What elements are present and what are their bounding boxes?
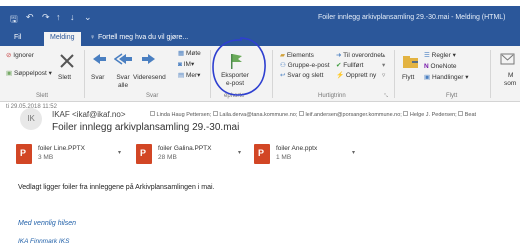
move-folder-icon xyxy=(402,54,420,72)
quickstep-to-manager[interactable]: ➜ Til overordnet xyxy=(336,52,383,60)
attachment-dropdown-icon[interactable]: ▾ xyxy=(118,149,121,156)
quickstep-elements[interactable]: ▰ Elements xyxy=(280,52,314,60)
move-button[interactable]: Flytt xyxy=(402,74,414,82)
reply-delete-icon: ↩ xyxy=(280,72,286,79)
quickstep-create-new[interactable]: ⚡ Opprett ny xyxy=(336,72,376,80)
checkbox-icon[interactable] xyxy=(403,111,409,116)
tab-message[interactable]: Melding xyxy=(44,32,81,46)
move-group-label: Flytt xyxy=(446,93,458,99)
reply-all-icon xyxy=(113,51,134,69)
quicksteps-launcher-icon[interactable]: ⤡ xyxy=(384,92,388,100)
quicksteps-group-label: Hurtigtrinn xyxy=(318,93,346,99)
avatar: IK xyxy=(20,108,42,130)
forward-icon xyxy=(140,51,158,69)
attachments-bar: foiler Line.PPTX 3 MB ▾ foiler Galina.PP… xyxy=(0,140,520,168)
attachment-dropdown-icon[interactable]: ▾ xyxy=(238,149,241,156)
powerpoint-icon xyxy=(136,144,152,164)
redo-icon[interactable]: ↷ xyxy=(42,12,50,23)
body-text: Vedlagt ligger foiler fra innleggene på … xyxy=(18,184,215,191)
greeting: Med vennlig hilsen xyxy=(18,220,76,227)
recipients: Linda Haug Pettersen; Laila.derva@tana.k… xyxy=(150,111,476,118)
onenote-button[interactable]: N OneNote xyxy=(424,63,457,71)
calendar-icon: ▦ xyxy=(178,50,185,57)
rules-button[interactable]: ☰ Regler ▾ xyxy=(424,52,456,60)
checkbox-icon[interactable] xyxy=(212,111,218,116)
delete-icon xyxy=(58,52,76,70)
delete-group-label: Slett xyxy=(36,93,49,99)
annotation-circle xyxy=(212,37,266,96)
message-header: IK ti 29.05.2018 11:52 IKAF <ikaf@ikaf.n… xyxy=(0,102,520,140)
mark-button[interactable]: M xyxy=(508,72,513,80)
quicksteps-scroll-up[interactable]: ▴ xyxy=(382,52,385,60)
powerpoint-icon xyxy=(16,144,32,164)
attachment-item[interactable]: foiler Ane.pptx 1 MB ▾ xyxy=(254,144,364,166)
tab-file[interactable]: Fil xyxy=(14,34,21,41)
attachment-item[interactable]: foiler Line.PPTX 3 MB ▾ xyxy=(16,144,126,166)
subject: Foiler innlegg arkivplansamling 29.-30.m… xyxy=(52,122,240,133)
quicksteps-expand[interactable]: ▿ xyxy=(382,72,385,80)
more-button[interactable]: ▤ Mer▾ xyxy=(178,72,200,80)
checkbox-icon[interactable] xyxy=(458,111,464,116)
meeting-button[interactable]: ▦ Møte xyxy=(178,50,201,58)
forward-button[interactable]: Videresend xyxy=(133,74,166,82)
actions-button[interactable]: ▣ Handlinger ▾ xyxy=(424,74,468,82)
quickstep-reply-delete[interactable]: ↩ Svar og slett xyxy=(280,72,323,80)
junk-icon: ▣ xyxy=(6,70,13,77)
quicksteps-scroll-down[interactable]: ▾ xyxy=(382,62,385,70)
lightning-icon: ⚡ xyxy=(336,72,345,79)
timestamp: ti 29.05.2018 11:52 xyxy=(6,104,57,110)
checkmark-icon: ✔ xyxy=(336,62,342,69)
reply-button[interactable]: Svar xyxy=(91,74,104,82)
ignore-button[interactable]: ⊘ Ignorer xyxy=(6,52,34,60)
undo-icon[interactable]: ↶ xyxy=(26,12,34,23)
group-icon: ⚇ xyxy=(280,62,286,69)
delete-button[interactable]: Slett xyxy=(58,74,71,82)
reply-group-label: Svar xyxy=(146,93,159,99)
save-icon[interactable]: 🖫 xyxy=(10,12,18,28)
attachment-item[interactable]: foiler Galina.PPTX 28 MB ▾ xyxy=(136,144,246,166)
title-bar: 🖫 ↶ ↷ ↑ ↓ ⌄ Foiler innlegg arkivplansaml… xyxy=(0,6,520,32)
ignore-icon: ⊘ xyxy=(6,52,12,59)
folder-icon: ▰ xyxy=(280,52,285,59)
powerpoint-icon xyxy=(254,144,270,164)
actions-icon: ▣ xyxy=(424,74,431,81)
down-arrow-icon[interactable]: ↓ xyxy=(70,12,75,22)
mark-icon xyxy=(500,52,516,70)
tell-me-icon[interactable]: ♀ xyxy=(90,34,95,41)
customize-qat-icon[interactable]: ⌄ xyxy=(84,12,92,23)
quickstep-done[interactable]: ✔ Fullført xyxy=(336,62,364,70)
checkbox-icon[interactable] xyxy=(150,111,155,116)
window-title: Foiler innlegg arkivplansamling 29.-30.m… xyxy=(318,14,506,21)
signature: IKA Finnmark IKS xyxy=(18,238,70,245)
mark-button-line2: som xyxy=(504,80,517,87)
up-arrow-icon[interactable]: ↑ xyxy=(56,12,61,22)
rules-icon: ☰ xyxy=(424,52,430,59)
junk-button[interactable]: ▣ Søppelpost ▾ xyxy=(6,70,52,78)
attachment-dropdown-icon[interactable]: ▾ xyxy=(352,149,355,156)
quickstep-group-email[interactable]: ⚇ Gruppe-e-post xyxy=(280,62,330,70)
onenote-icon: N xyxy=(424,63,429,70)
tell-me-field[interactable]: Fortell meg hva du vil gjøre... xyxy=(98,34,188,41)
im-button[interactable]: ◙ IM▾ xyxy=(178,61,194,69)
more-icon: ▤ xyxy=(178,72,185,79)
reply-icon xyxy=(90,51,108,69)
forward-small-icon: ➜ xyxy=(336,52,342,59)
checkbox-icon[interactable] xyxy=(298,111,304,116)
chat-icon: ◙ xyxy=(178,61,182,68)
sender[interactable]: IKAF <ikaf@ikaf.no> xyxy=(52,110,126,119)
reply-all-button[interactable]: Svar alle xyxy=(114,74,132,90)
